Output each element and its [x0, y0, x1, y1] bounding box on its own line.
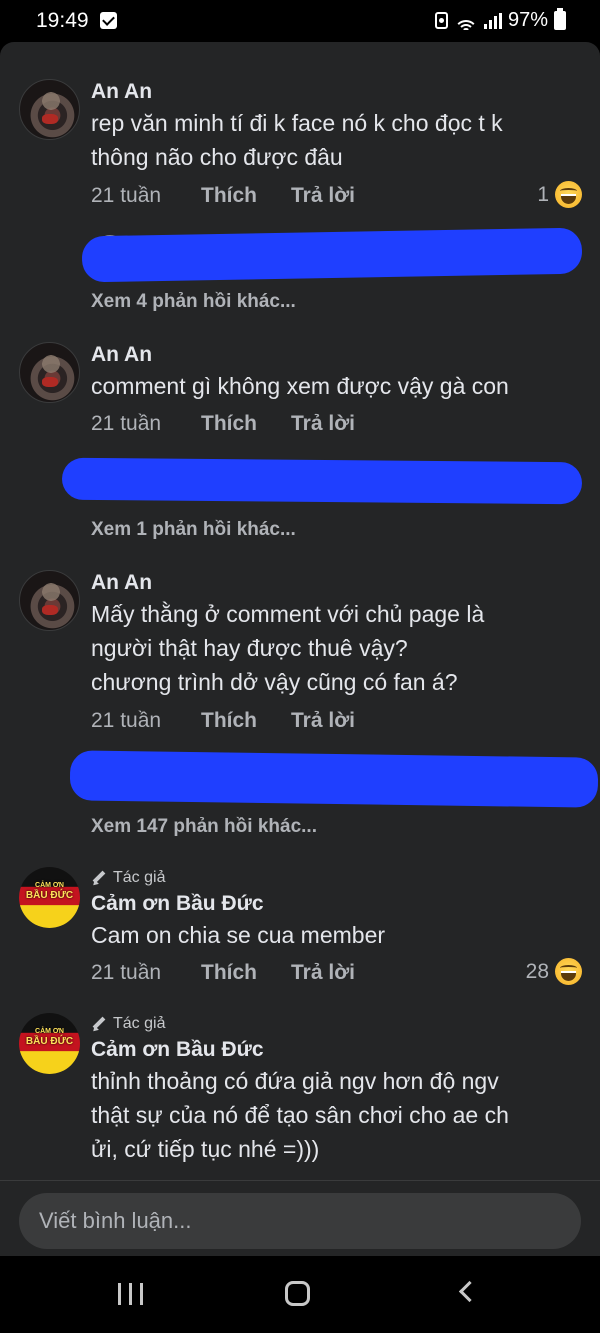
- battery-percent: 97%: [507, 9, 548, 31]
- view-more-replies-link[interactable]: Xem 147 phản hồi khác...: [91, 816, 317, 838]
- redaction-scribble: [61, 457, 583, 505]
- like-button[interactable]: Thích: [201, 709, 291, 733]
- view-more-replies-link[interactable]: Xem 4 phản hồi khác...: [91, 291, 296, 313]
- comment-time[interactable]: 21 tuần: [91, 709, 201, 733]
- like-button[interactable]: Thích: [201, 412, 291, 436]
- battery-icon: [554, 8, 566, 30]
- haha-reaction-icon: [555, 958, 582, 985]
- author-tag: Tác giả: [91, 869, 165, 887]
- reaction-count[interactable]: 1: [537, 181, 582, 208]
- redaction-scribble: [81, 227, 583, 283]
- author-tag: Tác giả: [91, 1015, 165, 1033]
- comment-composer[interactable]: [19, 1193, 581, 1249]
- comment-time[interactable]: 21 tuần: [91, 412, 201, 436]
- comment-text: rep văn minh tí đi k face nó k cho đọc t…: [91, 110, 503, 170]
- reaction-count[interactable]: 28: [526, 958, 582, 985]
- comment-text: comment gì không xem được vậy gà con: [91, 373, 509, 399]
- back-icon[interactable]: [458, 1280, 481, 1303]
- comment-text: Cam on chia se cua member: [91, 922, 386, 948]
- comment-text: thỉnh thoảng có đứa giả ngv hơn độ ngv t…: [91, 1068, 509, 1162]
- comments-sheet[interactable]: An An rep văn minh tí đi k face nó k cho…: [0, 42, 600, 1256]
- comment-meta: 21 tuần Thích Trả lời: [91, 412, 355, 436]
- comment-time[interactable]: 21 tuần: [91, 961, 201, 985]
- comment-time[interactable]: 21 tuần: [91, 184, 201, 208]
- status-bar: 19:49 97%: [0, 0, 600, 42]
- haha-reaction-icon: [555, 181, 582, 208]
- like-button[interactable]: Thích: [201, 184, 291, 208]
- avatar[interactable]: [19, 79, 80, 140]
- reply-button[interactable]: Trả lời: [291, 184, 355, 208]
- reply-button[interactable]: Trả lời: [291, 709, 355, 733]
- comment-composer-bar: [0, 1180, 600, 1256]
- comment-text: Mấy thằng ở comment với chủ page là ngườ…: [91, 601, 485, 695]
- comment-meta: 21 tuần Thích Trả lời: [91, 961, 355, 985]
- like-button[interactable]: Thích: [201, 961, 291, 985]
- view-more-replies-link[interactable]: Xem 1 phản hồi khác...: [91, 519, 296, 541]
- recent-apps-icon[interactable]: [118, 1283, 143, 1305]
- avatar[interactable]: [19, 342, 80, 403]
- comment-input[interactable]: [39, 1193, 559, 1249]
- pencil-icon: [91, 1016, 107, 1032]
- pencil-icon: [91, 870, 107, 886]
- signal-icon: [483, 12, 502, 29]
- comment-author[interactable]: Cảm ơn Bầu Đức: [91, 892, 264, 916]
- status-time: 19:49: [36, 9, 89, 32]
- avatar[interactable]: CẢM ƠN BẦU ĐỨC: [19, 1013, 80, 1074]
- avatar[interactable]: CẢM ƠN BẦU ĐỨC: [19, 867, 80, 928]
- comment-author[interactable]: An An: [91, 571, 152, 595]
- lock-icon: [434, 12, 448, 29]
- reply-button[interactable]: Trả lời: [291, 412, 355, 436]
- redaction-scribble: [69, 750, 599, 808]
- comment-author[interactable]: An An: [91, 343, 152, 367]
- comment-meta: 21 tuần Thích Trả lời: [91, 709, 355, 733]
- avatar[interactable]: [19, 570, 80, 631]
- home-icon[interactable]: [285, 1281, 310, 1306]
- status-icons: 97%: [434, 8, 566, 32]
- wifi-icon: [453, 12, 478, 30]
- reply-button[interactable]: Trả lời: [291, 961, 355, 985]
- comment-author[interactable]: An An: [91, 80, 152, 104]
- comment-author[interactable]: Cảm ơn Bầu Đức: [91, 1038, 264, 1062]
- check-icon: [100, 12, 117, 29]
- comment-meta: 21 tuần Thích Trả lời: [91, 184, 355, 208]
- navigation-bar: [0, 1256, 600, 1333]
